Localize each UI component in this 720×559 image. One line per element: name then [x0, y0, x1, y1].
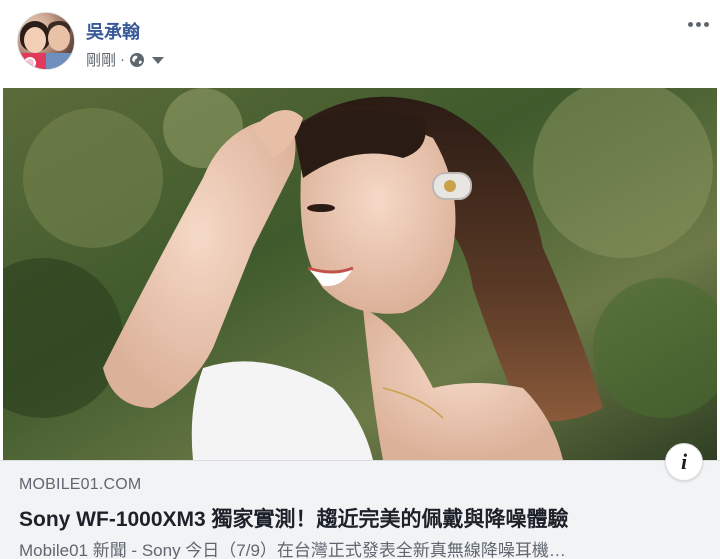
link-title[interactable]: Sony WF-1000XM3 獨家實測！趨近完美的佩戴與降噪體驗	[19, 503, 569, 533]
meta-separator: ·	[120, 51, 126, 68]
link-domain: MOBILE01.COM	[19, 476, 142, 493]
info-icon-glyph: i	[680, 449, 688, 474]
more-options-icon[interactable]	[684, 12, 712, 36]
caret-down-icon[interactable]	[152, 57, 165, 64]
feed-post: 吳承翰 剛剛 · MOBILE01.COM Sony WF-1000XM3 獨家…	[0, 0, 720, 559]
link-preview-image[interactable]	[3, 88, 717, 460]
link-description: Mobile01 新聞 - Sony 今日（7/9）在台灣正式發表全新真無線降噪…	[19, 541, 566, 559]
author-avatar[interactable]	[17, 12, 75, 70]
post-meta: 剛剛 ·	[86, 49, 165, 70]
post-header: 吳承翰 剛剛 ·	[0, 0, 720, 88]
globe-icon[interactable]	[129, 52, 145, 68]
info-icon[interactable]: i	[665, 443, 703, 481]
author-name[interactable]: 吳承翰	[86, 18, 140, 44]
post-timestamp[interactable]: 剛剛	[86, 49, 116, 70]
link-preview-info[interactable]: MOBILE01.COM Sony WF-1000XM3 獨家實測！趨近完美的佩…	[0, 460, 720, 559]
